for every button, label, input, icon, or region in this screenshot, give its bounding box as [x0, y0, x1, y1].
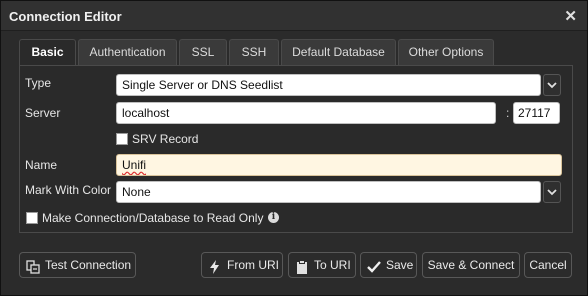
- to-uri-label: To URI: [314, 258, 351, 272]
- checkmark-icon: [367, 258, 381, 273]
- color-select[interactable]: None: [116, 181, 541, 203]
- lightning-icon: [208, 258, 222, 274]
- dialog-title: Connection Editor: [9, 9, 122, 24]
- mark-with-color-label: Mark With Color: [25, 183, 112, 197]
- name-input[interactable]: Unifi: [116, 154, 562, 176]
- read-only-label: Make Connection/Database to Read Only: [42, 211, 264, 225]
- name-label: Name: [25, 158, 58, 172]
- chevron-down-icon: [547, 188, 557, 196]
- port-separator: :: [506, 106, 510, 120]
- save-and-connect-button[interactable]: Save & Connect: [422, 252, 520, 278]
- type-label: Type: [25, 76, 52, 90]
- test-connection-label: Test Connection: [45, 258, 132, 272]
- info-icon[interactable]: i: [268, 212, 279, 223]
- type-select[interactable]: Single Server or DNS Seedlist: [116, 74, 541, 96]
- chevron-down-icon: [547, 81, 557, 89]
- server-label: Server: [25, 106, 61, 120]
- srv-record-label: SRV Record: [132, 132, 199, 146]
- port-input[interactable]: 27117: [513, 102, 560, 124]
- server-input[interactable]: localhost: [116, 102, 496, 124]
- tab-authentication[interactable]: Authentication: [78, 39, 177, 65]
- read-only-checkbox[interactable]: [26, 212, 38, 224]
- tab-basic[interactable]: Basic: [19, 39, 76, 66]
- tab-ssl[interactable]: SSL: [179, 39, 227, 65]
- srv-record-checkbox[interactable]: [116, 133, 128, 145]
- from-uri-label: From URI: [227, 258, 279, 272]
- tab-ssh[interactable]: SSH: [229, 39, 279, 65]
- test-connection-button[interactable]: Test Connection: [19, 252, 136, 278]
- save-label: Save: [386, 258, 414, 272]
- clipboard-icon: [295, 258, 309, 274]
- type-dropdown-button[interactable]: [543, 74, 561, 96]
- connection-editor-dialog: Connection Editor ✕ Basic Authentication…: [0, 0, 588, 296]
- save-button[interactable]: Save: [360, 252, 417, 278]
- cancel-button[interactable]: Cancel: [524, 252, 572, 278]
- color-dropdown-button[interactable]: [543, 181, 561, 203]
- from-uri-button[interactable]: From URI: [201, 252, 283, 278]
- title-bar: Connection Editor ✕: [1, 1, 587, 31]
- tab-default-database[interactable]: Default Database: [281, 39, 396, 65]
- close-icon[interactable]: ✕: [564, 7, 577, 25]
- name-input-value: Unifi: [122, 158, 147, 172]
- test-connection-icon: [26, 258, 40, 274]
- tab-other-options[interactable]: Other Options: [398, 39, 494, 65]
- to-uri-button[interactable]: To URI: [288, 252, 356, 278]
